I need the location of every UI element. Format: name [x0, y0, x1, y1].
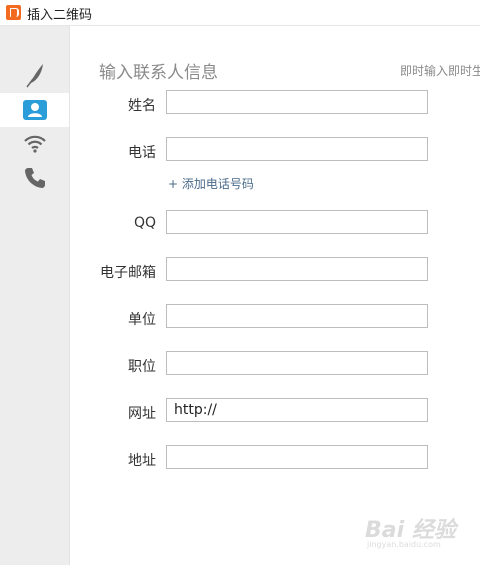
page-title: 输入联系人信息: [99, 63, 218, 83]
sidebar-item-text[interactable]: [0, 58, 69, 92]
sidebar: [0, 26, 69, 565]
position-field[interactable]: [166, 351, 428, 375]
watermark: Bai 经验 jingyan.baidu.com: [365, 512, 465, 552]
label-phone: 电话: [128, 145, 156, 161]
label-website: 网址: [128, 406, 156, 422]
label-name: 姓名: [128, 98, 156, 114]
label-qq: QQ: [133, 215, 156, 231]
address-field[interactable]: [166, 445, 428, 469]
sidebar-item-contact[interactable]: [0, 93, 69, 127]
phone-field[interactable]: [166, 137, 428, 161]
company-field[interactable]: [166, 304, 428, 328]
watermark-url: jingyan.baidu.com: [367, 540, 441, 549]
add-phone-link[interactable]: + 添加电话号码: [168, 175, 254, 192]
window-title: 插入二维码: [27, 8, 93, 23]
name-field[interactable]: [166, 90, 428, 114]
title-bar: 插入二维码: [0, 0, 480, 26]
feather-icon: [24, 62, 46, 88]
phone-icon: [24, 167, 46, 189]
website-field[interactable]: [166, 398, 428, 422]
sidebar-item-wifi[interactable]: [0, 127, 69, 161]
label-position: 职位: [128, 359, 156, 375]
label-company: 单位: [128, 312, 156, 328]
app-icon: [6, 5, 21, 20]
content-panel: 输入联系人信息 即时输入即时生 姓名 电话 + 添加电话号码 QQ 电子邮箱 单…: [69, 26, 480, 565]
wifi-icon: [23, 135, 46, 153]
label-email: 电子邮箱: [100, 265, 156, 281]
sidebar-item-phone[interactable]: [0, 161, 69, 195]
contact-card-icon: [22, 100, 47, 120]
qq-field[interactable]: [166, 210, 428, 234]
email-field[interactable]: [166, 257, 428, 281]
hint-text: 即时输入即时生: [400, 64, 480, 78]
label-address: 地址: [128, 453, 156, 469]
